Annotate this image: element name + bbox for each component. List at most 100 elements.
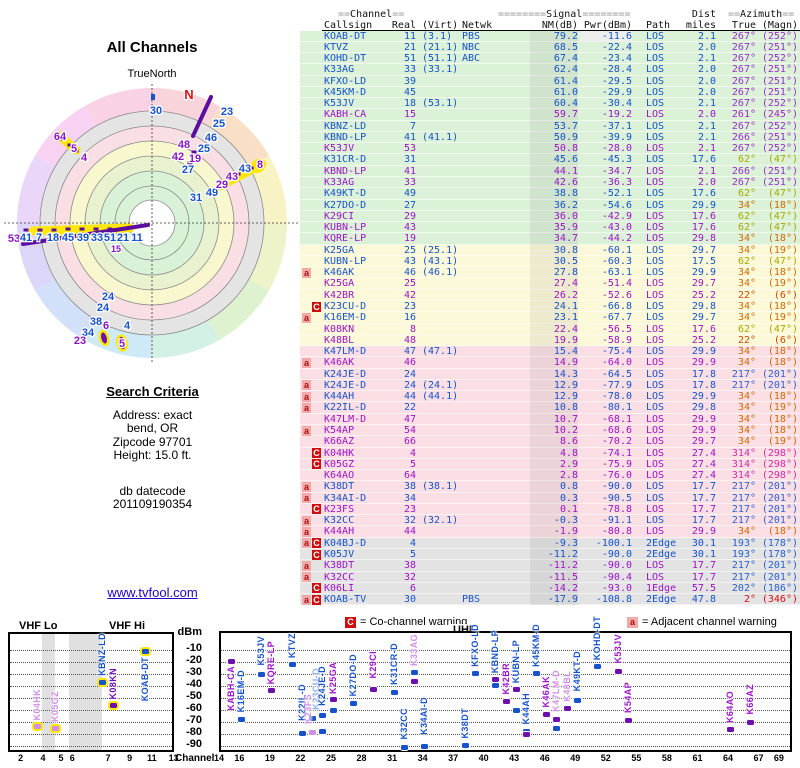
table-row: C K05JV 5 -11.2 -90.0 2Edge 30.1 193° (178°): [300, 549, 800, 561]
power-dbm-cell: -108.8: [595, 594, 632, 606]
uhf-channel-tick: 16: [234, 753, 245, 763]
path-cell: 2Edge: [646, 537, 677, 549]
table-row: a C KOAB-TV 30 PBS -17.9 -108.8 2Edge 47.8 2° (346…: [300, 594, 800, 606]
real-channel-cell: 33: [403, 177, 416, 189]
magnetic-azimuth-cell: (201°): [761, 503, 798, 515]
co-channel-warning-badge: C: [312, 538, 321, 549]
true-azimuth-cell: 34°: [737, 436, 756, 448]
search-city-line: bend, OR: [126, 421, 179, 435]
path-cell: LOS: [646, 436, 665, 448]
power-dbm-cell: -91.1: [601, 515, 632, 527]
path-cell: LOS: [646, 75, 665, 87]
power-dbm-cell: -77.9: [601, 379, 632, 391]
table-row: a K16EM-D 16 23.1 -67.7 LOS 29.7 34° (19°): [300, 312, 800, 324]
true-azimuth-cell: 34°: [737, 233, 756, 245]
path-cell: LOS: [646, 368, 665, 380]
uhf-channel-tick: 37: [448, 753, 459, 763]
uhf-channel-tick: 43: [509, 753, 520, 763]
vhf-hi-label: VHF Hi: [106, 620, 149, 632]
co-channel-warning-badge: C: [312, 448, 321, 459]
nm-db-cell: 50.8: [553, 143, 578, 155]
table-row: K47LM-D 47 (47.1) 15.4 -75.4 LOS 29.9 34° (18°): [300, 346, 800, 358]
uhf-channel-tick: 40: [478, 753, 489, 763]
dbm-gridline: [221, 745, 790, 747]
nm-db-cell: 38.8: [553, 188, 578, 200]
distance-cell: 17.7: [691, 492, 716, 504]
magnetic-azimuth-cell: (251°): [761, 131, 798, 143]
nm-db-cell: -1.9: [553, 526, 578, 538]
uhf-station-label: K38DT: [459, 707, 470, 739]
uhf-signal-bar: [288, 662, 296, 668]
power-dbm-cell: -75.4: [601, 346, 632, 358]
adjacent-warning-badge: a: [302, 526, 311, 537]
path-cell: LOS: [646, 188, 665, 200]
magnetic-azimuth-cell: (201°): [761, 379, 798, 391]
distance-cell: 17.5: [691, 255, 716, 267]
distance-cell: 30.1: [691, 537, 716, 549]
vhf-signal-bar: [51, 726, 59, 732]
uhf-station-label: K47LM-D: [551, 669, 562, 712]
uhf-station-label: KABH-CA: [225, 666, 236, 711]
magnetic-azimuth-cell: (298°): [761, 470, 798, 482]
uhf-signal-bar: [298, 731, 306, 737]
magnetic-azimuth-cell: (251°): [761, 177, 798, 189]
magnetic-azimuth-cell: (19°): [767, 312, 798, 324]
radar-station-dot: [93, 227, 99, 231]
distance-cell: 2.1: [697, 143, 716, 155]
db-datecode-label: db datecode: [119, 483, 186, 498]
virtual-channel-cell: (38.1): [422, 481, 459, 493]
true-azimuth-cell: 34°: [737, 391, 756, 403]
real-channel-cell: 23: [403, 301, 416, 313]
power-dbm-cell: -28.0: [601, 143, 632, 155]
real-channel-cell: 15: [403, 109, 416, 121]
radar-plot: 53 41 7 18 45 39 33 51 21 1115N30 2325462519274842…: [4, 39, 299, 362]
nm-db-cell: 36.0: [553, 210, 578, 222]
true-north-label: TrueNorth: [127, 68, 176, 80]
real-channel-cell: 29: [403, 210, 416, 222]
magnetic-azimuth-cell: (47°): [767, 323, 798, 335]
nm-db-cell: 22.4: [553, 323, 578, 335]
nm-db-cell: 10.8: [553, 402, 578, 414]
uhf-signal-bar: [624, 717, 632, 723]
uhf-signal-bar: [573, 697, 581, 703]
search-height-line: Height: 15.0 ft.: [113, 448, 192, 462]
real-channel-cell: 41: [403, 165, 416, 177]
power-dbm-cell: -80.1: [601, 402, 632, 414]
true-azimuth-cell: 217°: [731, 571, 756, 583]
uhf-station-label: K25GA: [327, 661, 338, 694]
nm-db-cell: 30.8: [553, 244, 578, 256]
distance-cell: 2.1: [697, 53, 716, 65]
path-cell: LOS: [646, 470, 665, 482]
radar-channel-label: 4: [81, 152, 88, 164]
path-cell: LOS: [646, 458, 665, 470]
path-cell: LOS: [646, 143, 665, 155]
magnetic-azimuth-cell: (6°): [773, 289, 798, 301]
power-dbm-cell: -52.6: [601, 289, 632, 301]
nm-db-cell: 0.1: [559, 503, 578, 515]
true-azimuth-cell: 267°: [731, 120, 756, 132]
nm-db-cell: 59.7: [553, 109, 578, 121]
path-cell: 1Edge: [646, 582, 677, 594]
uhf-signal-bar: [370, 686, 378, 692]
uhf-station-label: K48BL: [561, 670, 572, 702]
true-azimuth-cell: 34°: [737, 425, 756, 437]
tvfool-link[interactable]: www.tvfool.com: [107, 585, 197, 600]
distance-cell: 17.6: [691, 222, 716, 234]
table-row: C K06LI 6 -14.2 -93.0 1Edge 57.5 202° (186°): [300, 582, 800, 595]
adjacent-channel-legend-icon: a: [627, 617, 638, 628]
distance-cell: 29.8: [691, 402, 716, 414]
table-row: K25GA 25 (25.1) 30.8 -60.1 LOS 29.7 34° (19°): [300, 244, 800, 256]
dbm-tick-label: -30: [186, 665, 202, 678]
footer-link-wrap: www.tvfool.com: [5, 584, 300, 602]
magnetic-azimuth-cell: (18°): [767, 357, 798, 369]
table-row: a K32CC 32 -11.5 -90.4 LOS 17.7 217° (201°): [300, 571, 800, 583]
table-row: a C K04BJ-D 4 -9.3 -100.1 2Edge 30.1 193° (178°): [300, 537, 800, 549]
nm-db-cell: 23.1: [553, 312, 578, 324]
uhf-channel-tick: 31: [387, 753, 398, 763]
real-channel-cell: 21: [403, 41, 416, 53]
vhf-channel-tick: 6: [69, 753, 75, 763]
adjacent-warning-badge: a: [302, 515, 311, 526]
uhf-signal-bar: [472, 670, 479, 676]
table-row: KQRE-LP 19 34.7 -44.2 LOS 29.8 34° (18°): [300, 233, 800, 245]
uhf-channel-tick: 49: [570, 753, 581, 763]
